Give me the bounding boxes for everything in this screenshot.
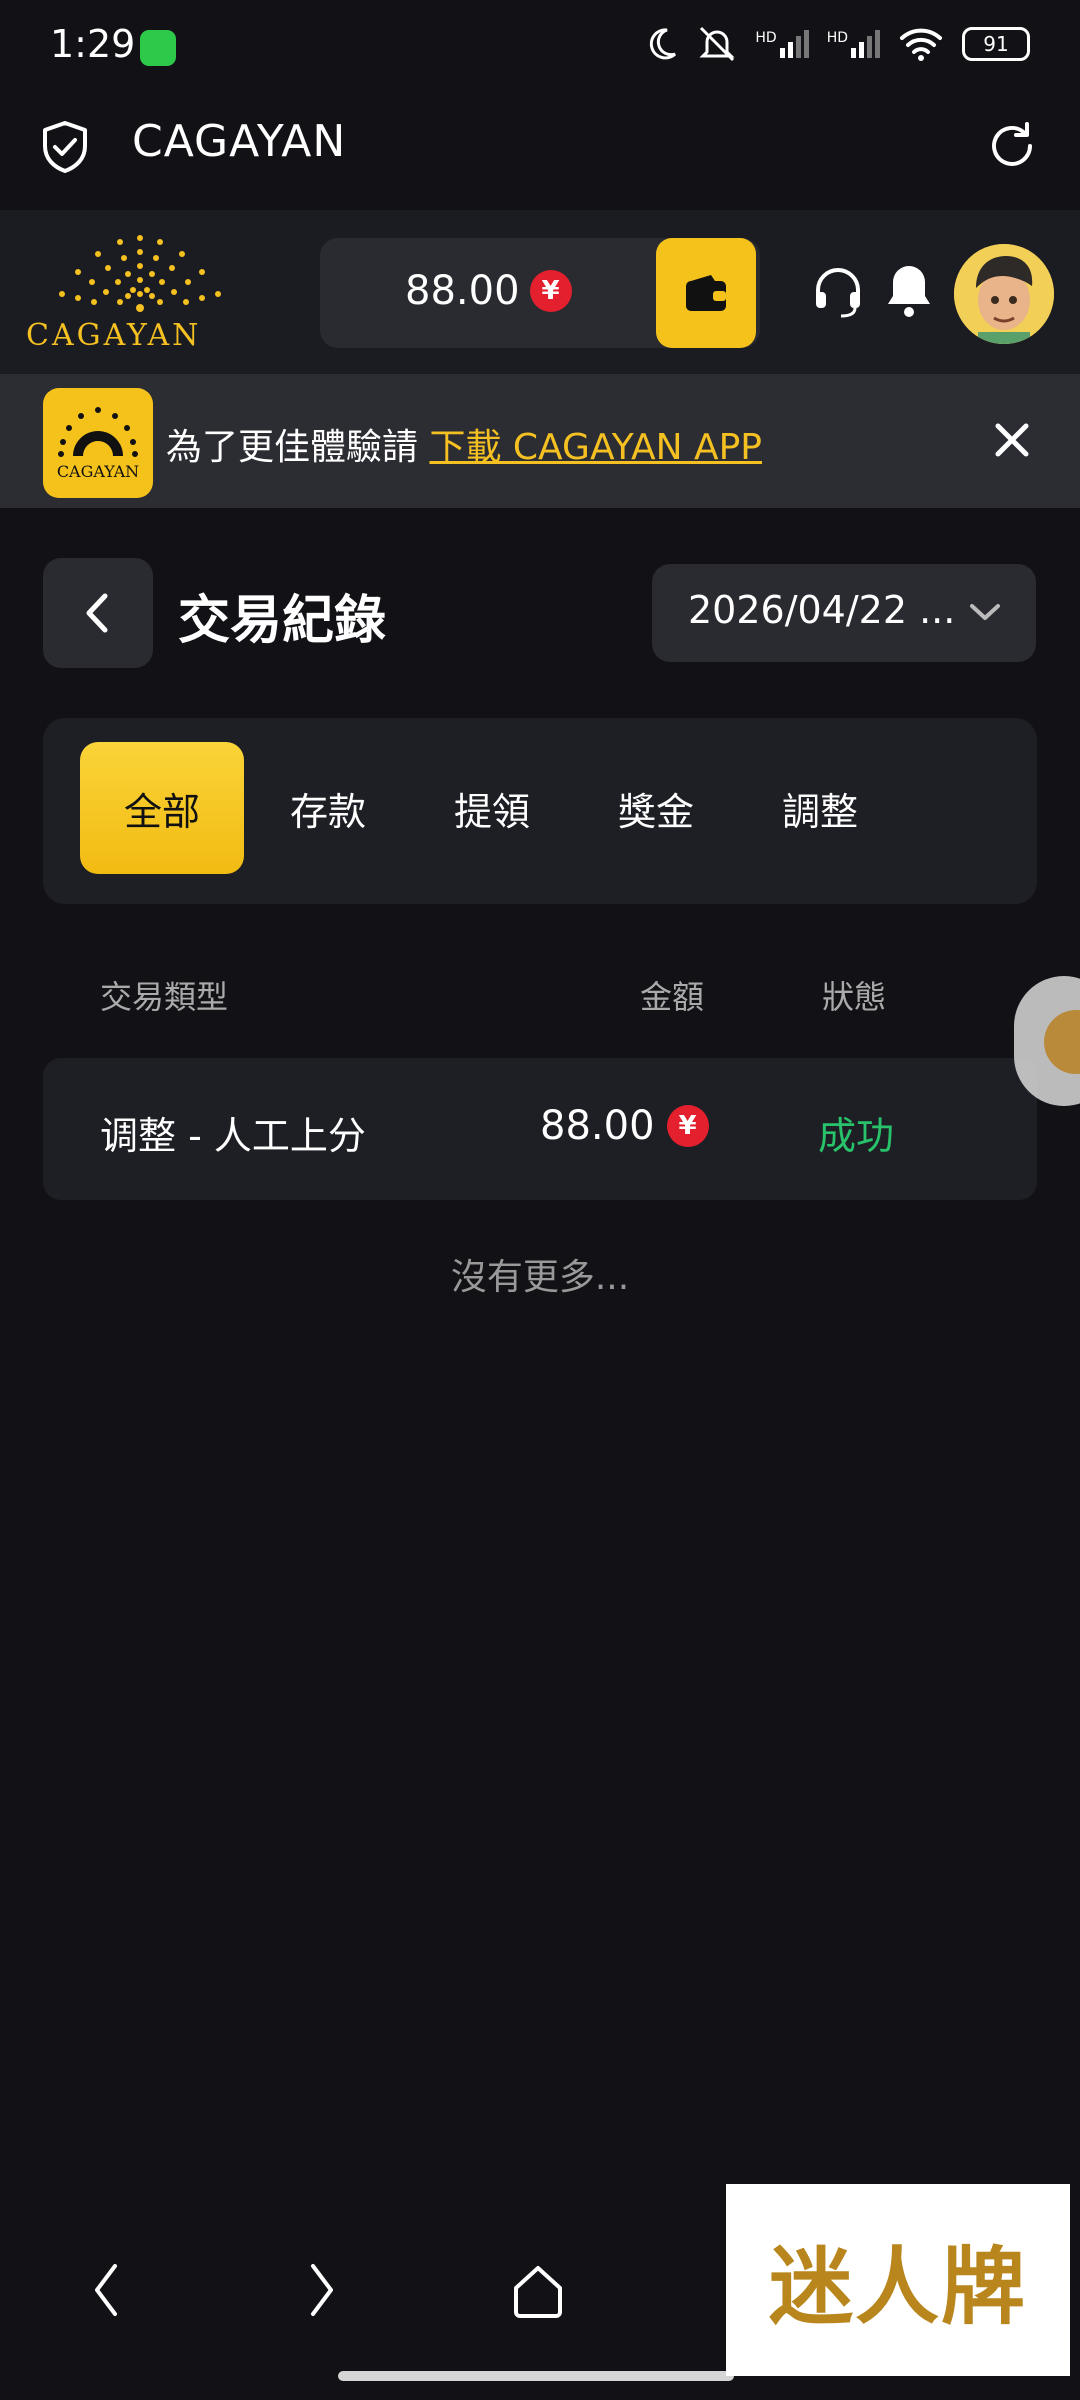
banner-app-icon[interactable]: CAGAYAN [43,388,153,498]
app-logo-icon [58,407,138,457]
no-more-text: 沒有更多... [450,1257,630,1298]
wallet-button[interactable] [656,238,756,348]
browser-back-button[interactable] [56,2250,156,2330]
logo-text[interactable]: CAGAYAN [26,318,201,353]
balance-value: 88.00 [405,268,520,314]
signal-label: HD [755,30,777,46]
refresh-icon[interactable] [986,120,1038,172]
wallet-icon [686,275,726,311]
chevron-left-icon [95,2264,117,2316]
chevron-left-icon [86,593,108,633]
shield-check-icon[interactable] [40,120,90,174]
watermark: 迷人牌 [726,2184,1070,2376]
row-amount-value: 88.00 [540,1103,655,1149]
column-header-amount: 金額 [640,978,705,1016]
tab-all[interactable]: 全部 [80,742,244,874]
close-icon[interactable] [992,420,1032,460]
balance-amount: 88.00 ¥ [405,268,572,314]
headset-icon[interactable] [810,264,866,320]
page-title: 交易紀錄 [178,591,387,651]
bell-icon[interactable] [884,262,934,320]
tab-withdraw[interactable]: 提領 [410,742,574,874]
battery-icon: 91 [962,27,1030,61]
logo-rays-icon[interactable] [50,228,230,314]
chevron-down-icon [970,604,1000,620]
banner-prefix: 為了更佳體驗請 [166,427,419,468]
signal-icon-2: HD [827,30,880,58]
mute-icon [699,26,735,62]
status-badge: 成功 [818,1114,895,1158]
tab-bonus[interactable]: 獎金 [574,742,738,874]
wifi-icon [900,28,942,61]
avatar-icon [954,244,1054,344]
row-amount: 88.00 ¥ [540,1103,709,1149]
banner-text: 為了更佳體驗請 下載 CAGAYAN APP [166,418,762,470]
column-header-status: 狀態 [822,978,887,1016]
browser-forward-button[interactable] [272,2250,372,2330]
moon-icon [650,28,677,60]
watermark-text: 迷人牌 [768,2236,1027,2336]
tab-adjust[interactable]: 調整 [738,742,902,874]
back-button[interactable] [43,558,153,668]
download-app-link[interactable]: 下載 CAGAYAN APP [429,427,762,468]
status-icons: HD HD 91 [643,24,1030,64]
column-header-type: 交易類型 [100,978,229,1016]
gesture-handle[interactable] [338,2371,734,2381]
banner-app-logo-text: CAGAYAN [56,462,140,481]
row-type: 调整 - 人工上分 [100,1114,366,1158]
app-title: CAGAYAN [132,116,347,167]
chevron-right-icon [311,2264,333,2316]
signal-label-2: HD [826,30,848,46]
currency-yen-icon: ¥ [666,1105,709,1147]
browser-home-button[interactable] [488,2250,588,2330]
status-time: 1:29 [50,22,136,66]
wechat-icon [140,30,176,66]
battery-level: 91 [983,32,1009,56]
signal-icon: HD [755,30,809,58]
avatar[interactable] [954,244,1054,344]
home-icon [514,2266,562,2318]
currency-yen-icon: ¥ [529,270,572,312]
date-range-value: 2026/04/22 ... [688,588,956,632]
tab-deposit[interactable]: 存款 [246,742,410,874]
